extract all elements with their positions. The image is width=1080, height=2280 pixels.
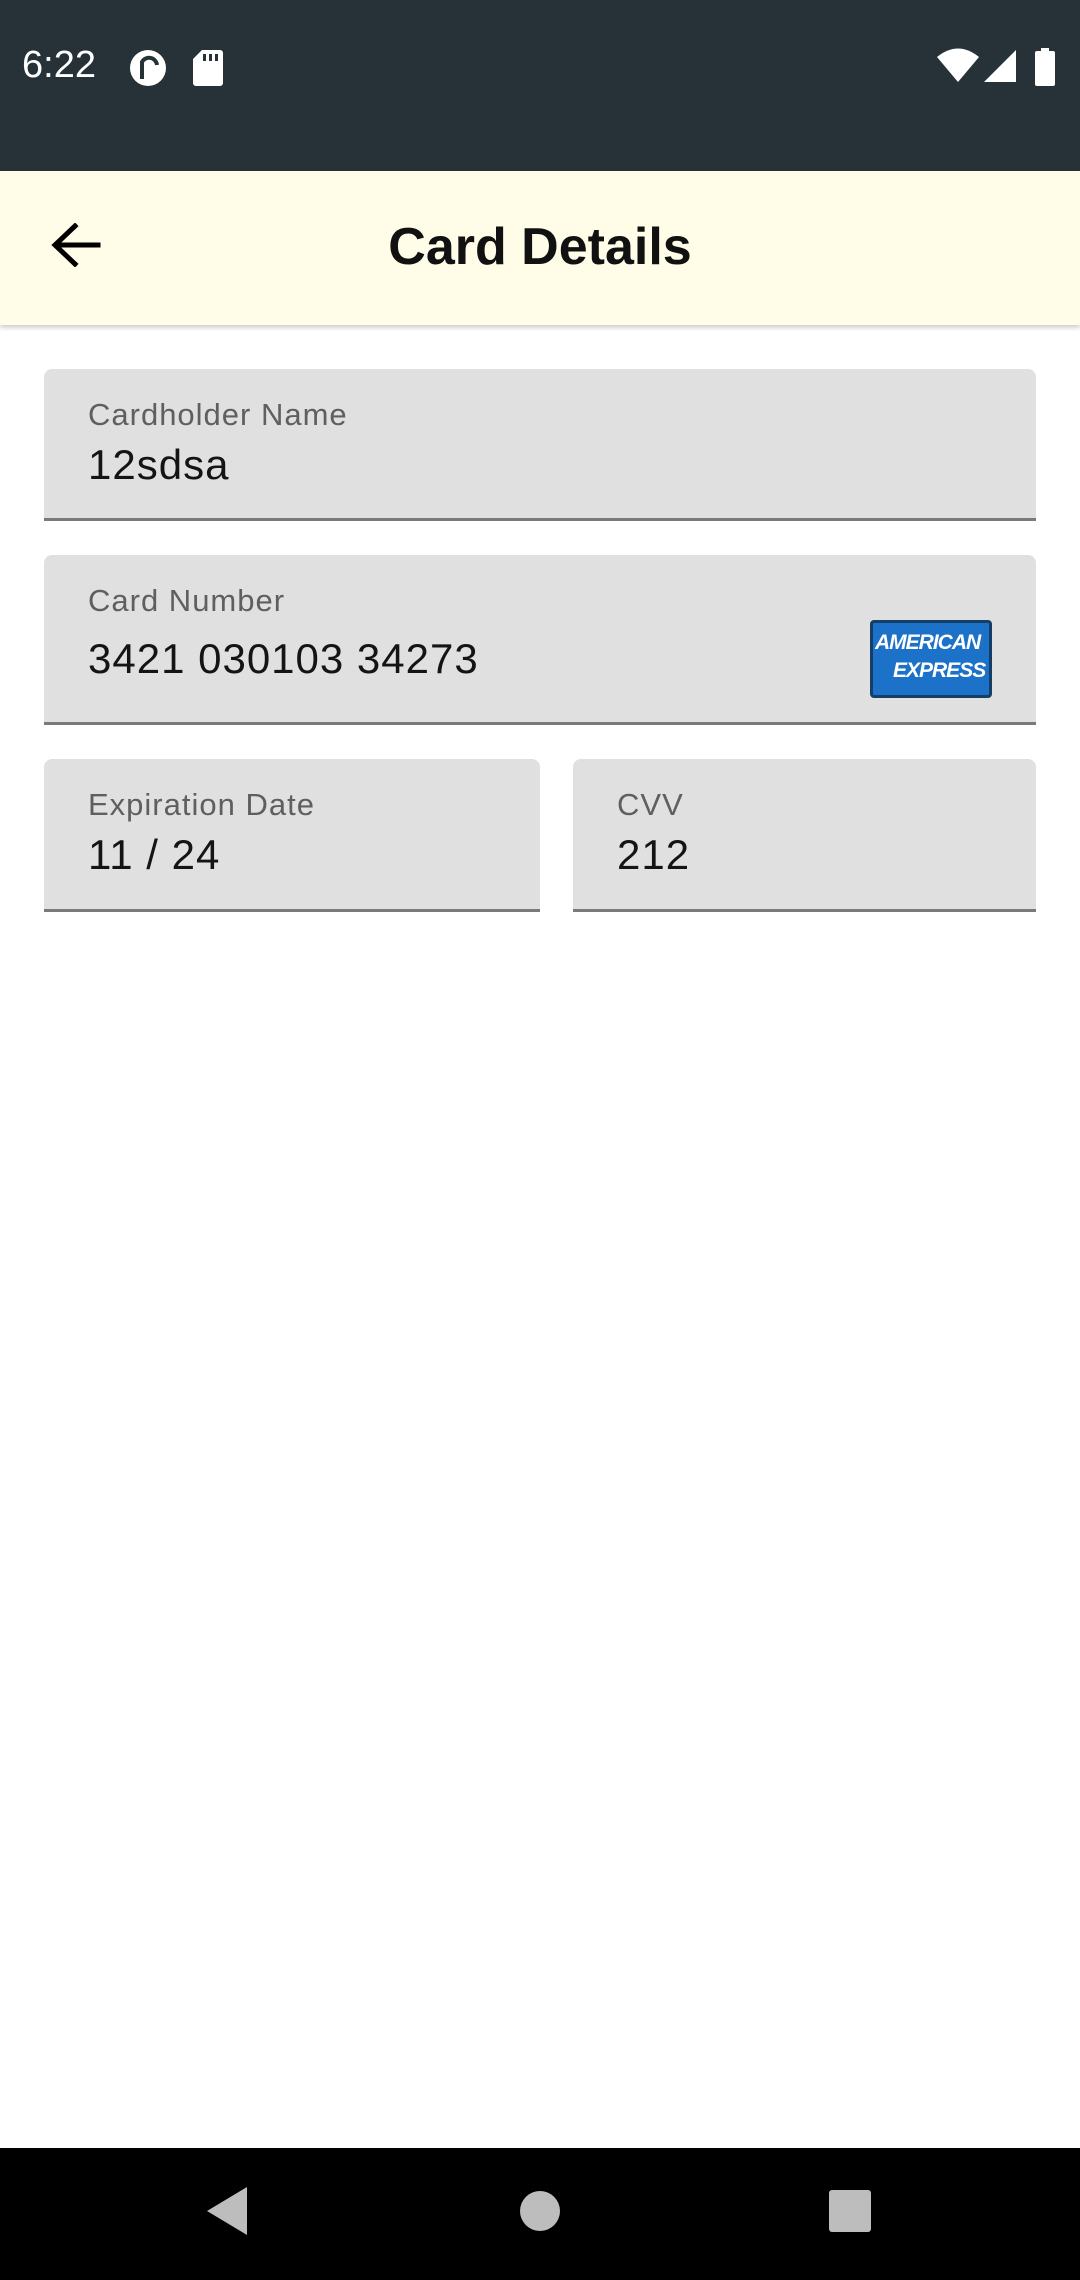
status-bar: 6:22	[0, 0, 1080, 171]
recents-square-icon[interactable]	[828, 2184, 872, 2238]
system-nav-bar	[0, 2148, 1080, 2280]
home-circle-icon[interactable]	[518, 2184, 562, 2238]
wifi-icon	[936, 48, 980, 89]
cardholder-name-field[interactable]: Cardholder Name 12sdsa	[44, 369, 1036, 521]
cardholder-name-value: 12sdsa	[88, 441, 230, 488]
sd-card-icon	[192, 48, 224, 91]
signal-icon	[982, 48, 1018, 89]
cvv-label: CVV	[617, 787, 684, 822]
cardholder-name-label: Cardholder Name	[88, 397, 348, 432]
app-bar: Card Details	[0, 171, 1080, 325]
expiration-date-field[interactable]: Expiration Date 11 / 24	[44, 759, 540, 912]
card-number-field[interactable]: Card Number 3421 030103 34273 AMERICAN E…	[44, 555, 1036, 725]
cvv-value: 212	[617, 831, 691, 878]
expiration-date-label: Expiration Date	[88, 787, 315, 822]
card-number-label: Card Number	[88, 583, 286, 618]
pocket-casts-icon	[128, 48, 168, 93]
back-triangle-icon[interactable]	[204, 2184, 250, 2243]
page-title: Card Details	[388, 218, 692, 276]
amex-card-brand-icon: AMERICAN EXPRESS	[870, 620, 992, 698]
expiration-date-value: 11 / 24	[88, 831, 221, 878]
battery-icon	[1034, 48, 1056, 91]
cvv-field[interactable]: CVV 212	[573, 759, 1036, 912]
amex-logo-line1: AMERICAN	[875, 631, 981, 654]
status-time: 6:22	[22, 44, 96, 86]
card-number-value: 3421 030103 34273	[88, 635, 479, 682]
amex-logo-line2: EXPRESS	[893, 659, 986, 682]
